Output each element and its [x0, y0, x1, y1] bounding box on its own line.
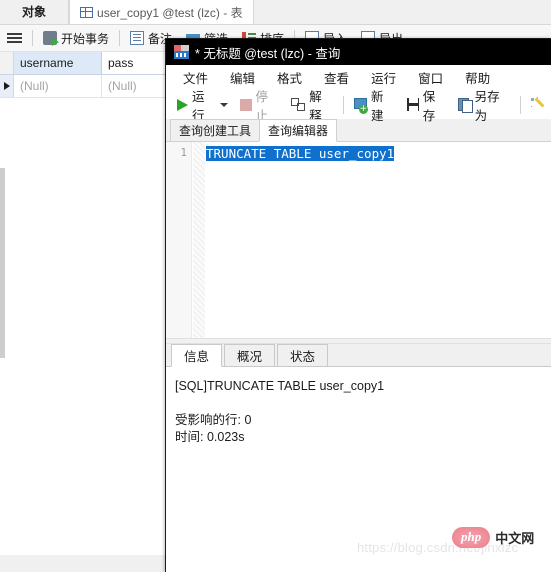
result-line-blank: [175, 395, 551, 412]
query-toolbar: 运行 停止 解释 新建 保存 另存为: [166, 90, 551, 123]
main-tab-strip: 对象 user_copy1 @test (lzc) - 表: [0, 0, 551, 25]
editor-folding-margin: [193, 142, 205, 338]
watermark-logo-suffix: 中文网: [495, 531, 535, 546]
hamburger-menu-icon: [7, 32, 22, 44]
run-label: 运行: [192, 89, 205, 123]
run-chevron-down-icon[interactable]: [220, 102, 229, 107]
tab-user-copy1-label: user_copy1 @test (lzc) - 表: [97, 5, 243, 20]
result-line-sql: [SQL]TRUNCATE TABLE user_copy1: [175, 379, 385, 393]
tab-status[interactable]: 状态: [277, 344, 329, 366]
query-window: * 无标题 @test (lzc) - 查询 文件 编辑 格式 查看 运行 窗口…: [165, 38, 551, 572]
sql-statement-selected[interactable]: TRUNCATE TABLE user_copy1: [206, 146, 395, 161]
cell-username[interactable]: (Null): [14, 75, 102, 97]
run-play-icon: [177, 98, 188, 111]
new-query-button[interactable]: 新建: [348, 90, 401, 123]
stop-label: 停止: [255, 89, 269, 123]
explain-button[interactable]: 解释: [285, 90, 339, 123]
save-disk-icon: [406, 98, 419, 111]
explain-icon: [291, 98, 306, 111]
query-toolbar-separator-2: [520, 95, 521, 114]
main-menu-button[interactable]: [0, 25, 29, 51]
data-grid-status-strip: [0, 555, 166, 572]
data-grid-vertical-scrollbar[interactable]: [0, 168, 5, 358]
editor-code-area[interactable]: TRUNCATE TABLE user_copy1: [206, 146, 547, 162]
sql-editor[interactable]: 1 TRUNCATE TABLE user_copy1: [166, 142, 551, 338]
stop-square-icon: [240, 98, 252, 111]
run-button[interactable]: 运行: [171, 90, 234, 123]
tab-user-copy1-table[interactable]: user_copy1 @test (lzc) - 表: [69, 0, 254, 24]
new-query-label: 新建: [370, 89, 384, 123]
begin-transaction-icon: [43, 31, 59, 46]
tab-objects-label: 对象: [22, 5, 47, 19]
editor-line-number-gutter: 1: [166, 142, 192, 338]
query-window-icon: [174, 45, 189, 59]
tab-query-builder[interactable]: 查询创建工具: [170, 119, 261, 141]
beautify-wand-icon: [531, 97, 545, 112]
table-row[interactable]: (Null) (Null): [0, 75, 166, 98]
result-tabbar: 信息 概况 状态: [166, 344, 551, 367]
screenshot-root: 对象 user_copy1 @test (lzc) - 表 开始事务 备注 us…: [0, 0, 551, 572]
table-grid-icon: [80, 6, 94, 18]
save-as-button[interactable]: 另存为: [452, 90, 516, 123]
line-number: 1: [180, 146, 187, 159]
row-caret-icon: [3, 82, 10, 90]
save-button[interactable]: 保存: [401, 90, 453, 123]
cell-pass[interactable]: (Null): [102, 75, 166, 97]
explain-label: 解释: [309, 89, 322, 123]
data-grid-header-gutter: [0, 52, 14, 74]
data-grid-header: username pass: [0, 52, 166, 75]
beautify-button[interactable]: [525, 91, 551, 118]
query-toolbar-separator-1: [342, 95, 344, 114]
new-query-icon: [353, 98, 369, 114]
watermark-logo: php 中文网: [452, 527, 534, 548]
result-line-affected-rows: 受影响的行: 0: [175, 413, 252, 427]
result-message-panel: [SQL]TRUNCATE TABLE user_copy1 受影响的行: 0 …: [166, 367, 551, 446]
note-icon: [130, 31, 145, 45]
toolbar-separator-1: [32, 30, 33, 46]
query-window-title: * 无标题 @test (lzc) - 查询: [195, 46, 341, 61]
column-header-username[interactable]: username: [14, 52, 102, 74]
tab-query-editor[interactable]: 查询编辑器: [259, 119, 338, 142]
tab-info[interactable]: 信息: [171, 344, 223, 367]
result-line-time: 时间: 0.023s: [175, 430, 245, 444]
tab-objects[interactable]: 对象: [0, 0, 70, 24]
begin-transaction-label: 开始事务: [61, 31, 110, 46]
query-window-titlebar[interactable]: * 无标题 @test (lzc) - 查询: [166, 39, 551, 65]
toolbar-separator-2: [119, 30, 121, 46]
column-header-pass[interactable]: pass: [102, 52, 166, 74]
row-indicator: [0, 75, 14, 97]
data-grid-empty-area: [0, 98, 166, 555]
begin-transaction-button[interactable]: 开始事务: [36, 25, 116, 51]
save-label: 保存: [422, 89, 436, 123]
stop-button: 停止: [234, 90, 285, 123]
php-logo-icon: php: [452, 527, 491, 548]
save-as-icon: [458, 98, 474, 113]
save-as-label: 另存为: [474, 89, 500, 123]
tab-profile[interactable]: 概况: [224, 344, 276, 366]
